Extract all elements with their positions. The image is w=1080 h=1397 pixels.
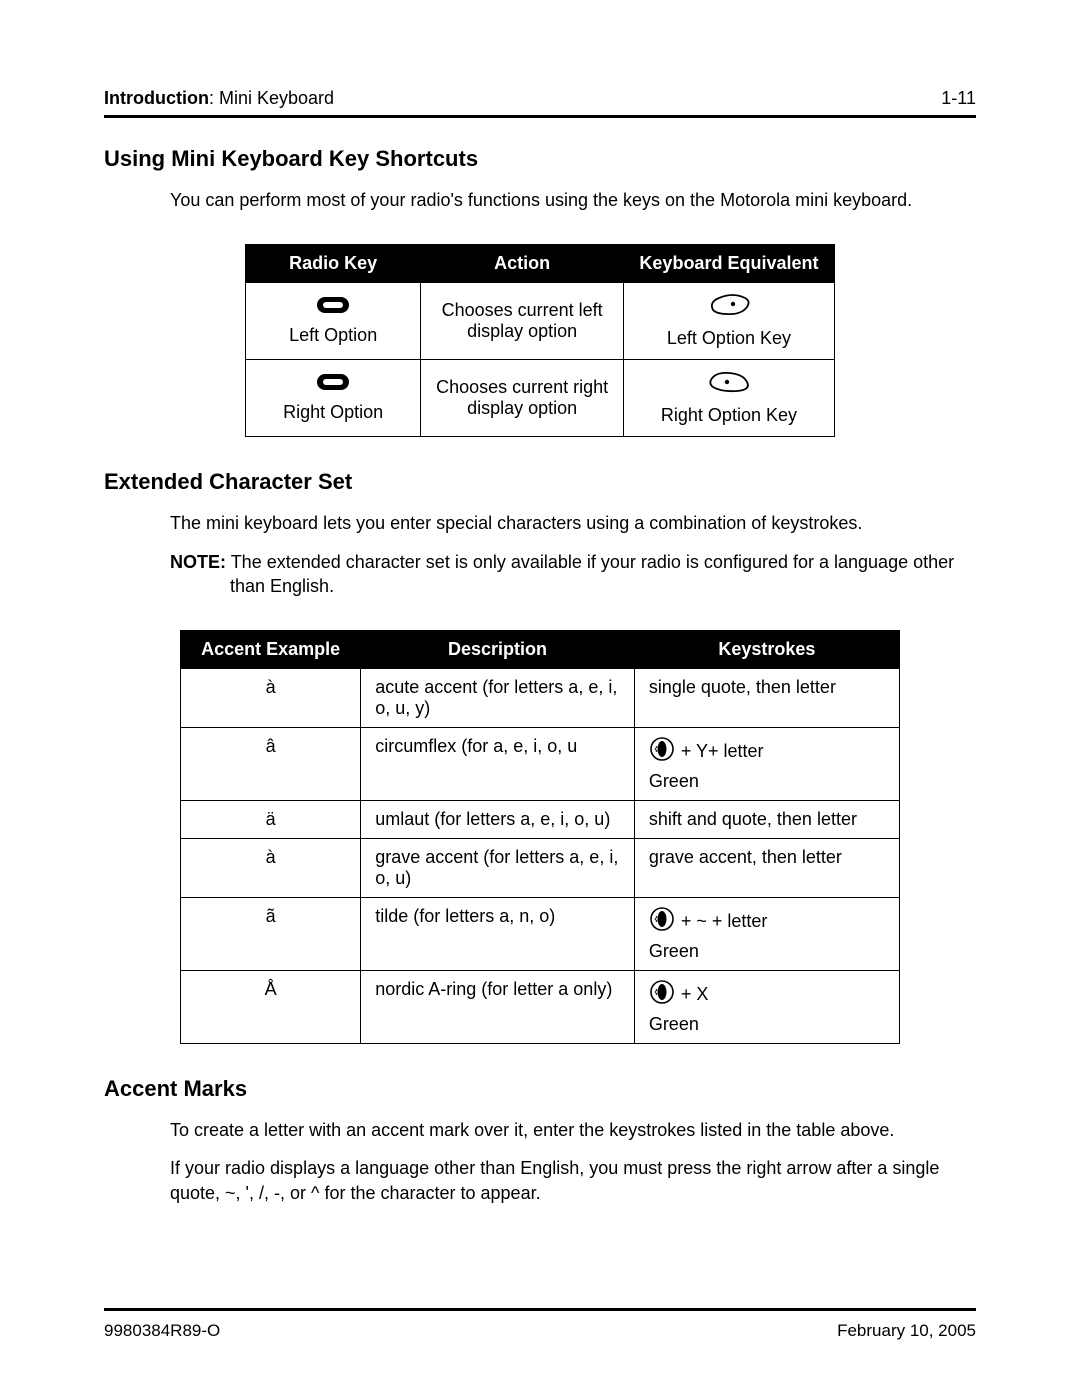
cell-keystrokes: + Y+ letter Green xyxy=(634,728,899,801)
cell-description: nordic A-ring (for letter a only) xyxy=(361,971,635,1044)
header-section-rest: : Mini Keyboard xyxy=(209,88,334,108)
table-accents: Accent Example Description Keystrokes àa… xyxy=(180,630,900,1044)
table-row: àacute accent (for letters a, e, i, o, u… xyxy=(181,669,900,728)
cell-accent-example: à xyxy=(181,669,361,728)
keystroke-text: + X xyxy=(681,985,709,1003)
cell-equiv: Left Option Key xyxy=(667,328,791,349)
keystroke-sub: Green xyxy=(649,1014,885,1035)
cell-keystrokes: + ~ + letter Green xyxy=(634,898,899,971)
cell-keystrokes: shift and quote, then letter xyxy=(634,801,899,839)
table-row: äumlaut (for letters a, e, i, o, u)shift… xyxy=(181,801,900,839)
cell-accent-example: à xyxy=(181,839,361,898)
option-button-icon xyxy=(316,373,350,396)
note-label: NOTE: xyxy=(170,552,226,572)
running-header: Introduction: Mini Keyboard 1-11 xyxy=(104,88,976,115)
header-section-bold: Introduction xyxy=(104,88,209,108)
cell-keystrokes: + X Green xyxy=(634,971,899,1044)
accent-p2: If your radio displays a language other … xyxy=(170,1156,976,1205)
cell-accent-example: â xyxy=(181,728,361,801)
green-key-icon xyxy=(649,736,675,765)
note-body: The extended character set is only avail… xyxy=(230,552,954,596)
cell-description: umlaut (for letters a, e, i, o, u) xyxy=(361,801,635,839)
heading-accent-marks: Accent Marks xyxy=(104,1076,976,1102)
heading-extended: Extended Character Set xyxy=(104,469,976,495)
keystroke-text: + Y+ letter xyxy=(681,742,764,760)
table-shortcuts: Radio Key Action Keyboard Equivalent Lef… xyxy=(245,244,835,437)
option-button-icon xyxy=(316,296,350,319)
keystroke-sub: Green xyxy=(649,941,885,962)
table-row: àgrave accent (for letters a, e, i, o, u… xyxy=(181,839,900,898)
intro-extended: The mini keyboard lets you enter special… xyxy=(170,511,976,535)
option-key-icon xyxy=(707,293,751,322)
table-row: Right Option Chooses current right displ… xyxy=(246,360,835,437)
keystroke-sub: Green xyxy=(649,771,885,792)
cell-keystrokes: grave accent, then letter xyxy=(634,839,899,898)
cell-accent-example: Å xyxy=(181,971,361,1044)
cell-action: Chooses current right display option xyxy=(421,360,624,437)
intro-shortcuts: You can perform most of your radio's fun… xyxy=(170,188,976,212)
cell-equiv: Right Option Key xyxy=(661,405,797,426)
cell-description: tilde (for letters a, n, o) xyxy=(361,898,635,971)
table-row: Left Option Chooses current left display… xyxy=(246,283,835,360)
cell-description: acute accent (for letters a, e, i, o, u,… xyxy=(361,669,635,728)
option-key-icon xyxy=(707,370,751,399)
th-keyboard-equiv: Keyboard Equivalent xyxy=(623,245,834,283)
page: Introduction: Mini Keyboard 1-11 Using M… xyxy=(0,0,1080,1397)
cell-description: grave accent (for letters a, e, i, o, u) xyxy=(361,839,635,898)
table-row: Ånordic A-ring (for letter a only) + X Gre… xyxy=(181,971,900,1044)
table-row: ãtilde (for letters a, n, o)+ ~ + letter… xyxy=(181,898,900,971)
th-radio-key: Radio Key xyxy=(246,245,421,283)
green-key-icon xyxy=(649,906,675,935)
running-footer: 9980384R89-O February 10, 2005 xyxy=(104,1308,976,1341)
footer-date: February 10, 2005 xyxy=(837,1321,976,1341)
green-key-icon xyxy=(649,979,675,1008)
heading-shortcuts: Using Mini Keyboard Key Shortcuts xyxy=(104,146,976,172)
th-keystrokes: Keystrokes xyxy=(634,631,899,669)
cell-keystrokes: single quote, then letter xyxy=(634,669,899,728)
th-action: Action xyxy=(421,245,624,283)
footer-doc-number: 9980384R89-O xyxy=(104,1321,220,1341)
cell-accent-example: ã xyxy=(181,898,361,971)
cell-label: Right Option xyxy=(283,402,383,423)
cell-label: Left Option xyxy=(289,325,377,346)
footer-rule xyxy=(104,1308,976,1311)
table-row: âcircumflex (for a, e, i, o, u+ Y+ lette… xyxy=(181,728,900,801)
th-accent-example: Accent Example xyxy=(181,631,361,669)
header-page-number: 1-11 xyxy=(941,88,976,109)
header-rule xyxy=(104,115,976,118)
cell-description: circumflex (for a, e, i, o, u xyxy=(361,728,635,801)
note-extended: NOTE: The extended character set is only… xyxy=(170,550,976,599)
keystroke-text: + ~ + letter xyxy=(681,912,768,930)
accent-p1: To create a letter with an accent mark o… xyxy=(170,1118,976,1142)
cell-action: Chooses current left display option xyxy=(421,283,624,360)
cell-accent-example: ä xyxy=(181,801,361,839)
th-description: Description xyxy=(361,631,635,669)
header-left: Introduction: Mini Keyboard xyxy=(104,88,334,109)
